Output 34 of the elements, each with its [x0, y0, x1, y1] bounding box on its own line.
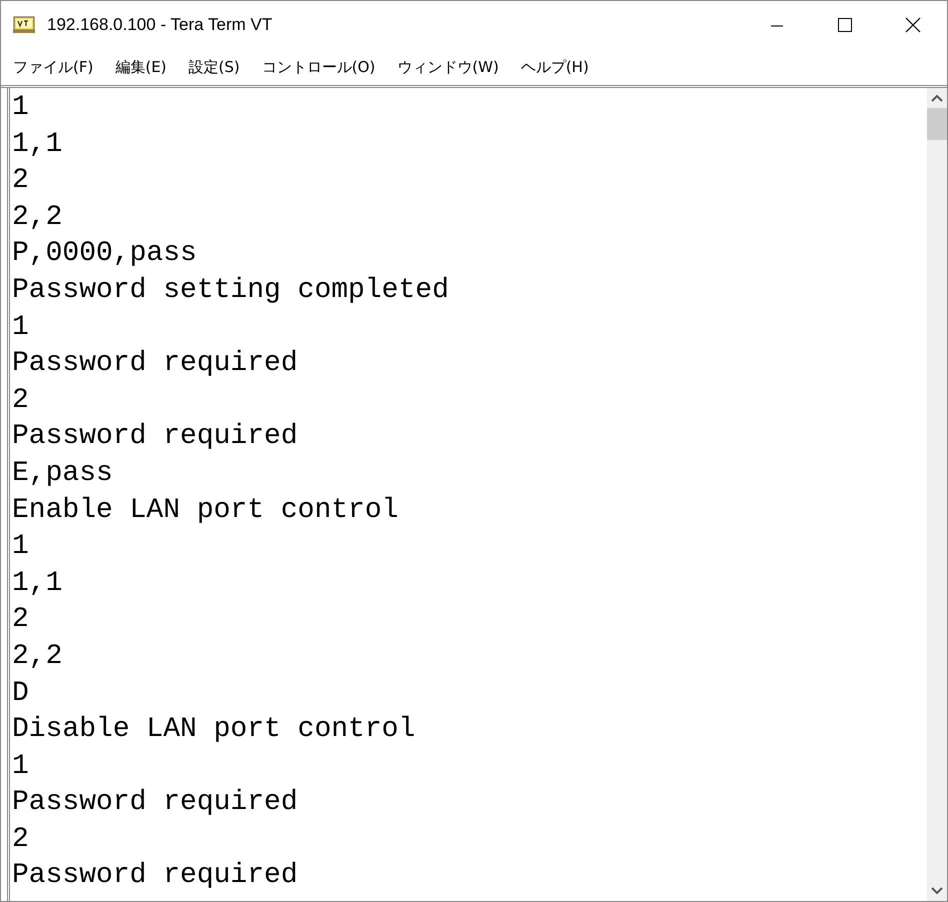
terminal-line: Password required — [12, 859, 298, 894]
terminal-line: 2 — [12, 164, 29, 198]
terminal-line: 1,1 — [12, 566, 62, 601]
menu-item[interactable]: 設定(S) — [180, 54, 248, 80]
menu-item[interactable]: ファイル(F) — [5, 54, 102, 80]
terminal-line: 2,2 — [12, 200, 62, 235]
terminal-line: Password required — [12, 347, 298, 382]
terminal-line: 1 — [12, 530, 29, 564]
terminal-line: 2 — [12, 603, 29, 638]
terminal-line: E,pass — [12, 456, 113, 491]
scroll-thumb[interactable] — [927, 108, 947, 140]
terminal-line: 2 — [12, 384, 29, 418]
terminal-line: 2,2 — [12, 640, 62, 674]
terminal-line: 1 — [12, 91, 29, 125]
terminal-line: Password required — [12, 420, 298, 454]
terminal-line: Enable LAN port control — [12, 494, 398, 528]
menu-item[interactable]: 編集(E) — [107, 54, 175, 80]
maximize-icon[interactable] — [837, 17, 853, 33]
terminal-line: Disable LAN port control — [12, 713, 416, 748]
terminal-line: 2 — [12, 822, 29, 857]
terminal-line: Password required — [12, 786, 298, 820]
terminal-line: 1 — [12, 750, 29, 784]
menu-item[interactable]: コントロール(O) — [254, 54, 384, 80]
terminal-line: 1 — [12, 310, 29, 345]
terminal-line: Password setting completed — [12, 274, 449, 308]
scrollbar[interactable] — [927, 88, 947, 901]
terminal-line: 1,1 — [12, 128, 62, 162]
terminal-line: P,0000,pass — [12, 237, 197, 272]
terminal-line: D — [12, 676, 29, 710]
app-icon — [13, 16, 35, 34]
close-icon[interactable] — [905, 17, 921, 33]
window-title: 192.168.0.100 - Tera Term VT — [47, 15, 274, 35]
menu-item[interactable]: ウィンドウ(W) — [389, 54, 507, 80]
menu-item[interactable]: ヘルプ(H) — [512, 54, 597, 80]
